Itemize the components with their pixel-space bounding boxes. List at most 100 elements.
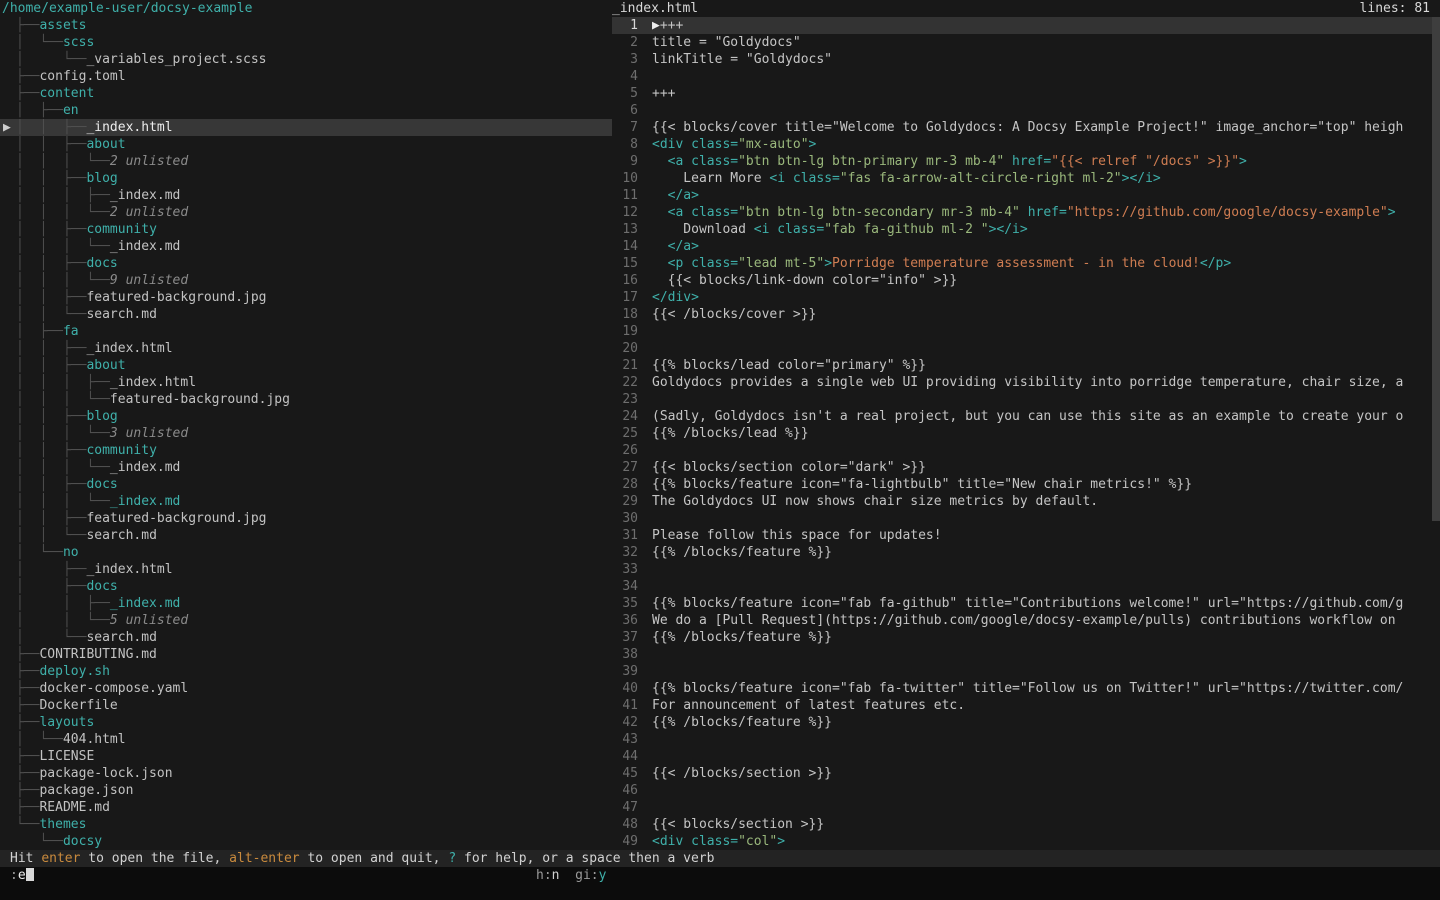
tree-branch-lines: ├── [16, 783, 39, 798]
command-input-value: e [18, 868, 26, 883]
tree-dir-item[interactable]: └──themes [0, 816, 612, 833]
code-line: 30 [612, 510, 1440, 527]
tree-file-item[interactable]: │ └──404.html [0, 731, 612, 748]
tree-item-label: search.md [86, 630, 156, 645]
tree-item-label: docsy [63, 834, 102, 849]
tree-file-item[interactable]: │ │ │ └──featured-background.jpg [0, 391, 612, 408]
tree-dir-item[interactable]: │ │ ├──blog [0, 170, 612, 187]
text-segment: for help, or a space then a verb [456, 851, 714, 866]
code-text: +++ [652, 85, 1440, 102]
tree-item-label: featured-background.jpg [86, 290, 266, 305]
tree-file-item[interactable]: │ └──search.md [0, 629, 612, 646]
tree-dir-item[interactable]: │ ├──docs [0, 578, 612, 595]
tree-file-item[interactable]: │ │ │ └──_index.md [0, 238, 612, 255]
tree-branch-lines: │ │ │ └── [16, 154, 110, 169]
tree-dir-item[interactable]: ├──layouts [0, 714, 612, 731]
tree-dir-item[interactable]: │ │ ├──docs [0, 476, 612, 493]
tree-file-item[interactable]: │ │ ├──featured-background.jpg [0, 510, 612, 527]
text-segment: > [1388, 205, 1396, 220]
tree-file-item[interactable]: │ └──_variables_project.scss [0, 51, 612, 68]
code-line: 43 [612, 731, 1440, 748]
text-segment: ▶ [652, 18, 660, 33]
code-text: {{< blocks/cover title="Welcome to Goldy… [652, 119, 1440, 136]
tree-root-path[interactable]: /home/example-user/docsy-example [0, 0, 612, 17]
tree-file-item[interactable]: ├──package-lock.json [0, 765, 612, 782]
tree-item-label: featured-background.jpg [110, 392, 290, 407]
tree-file-item[interactable]: │ │ ├──_index.html [0, 340, 612, 357]
text-segment: {{% /blocks/lead %}} [652, 426, 809, 441]
line-number: 31 [612, 527, 638, 544]
code-text [652, 578, 1440, 595]
tree-branch-lines: │ │ │ └── [16, 205, 110, 220]
line-number: 15 [612, 255, 638, 272]
tree-dir-item[interactable]: └──docsy [0, 833, 612, 850]
tree-file-item[interactable]: ├──CONTRIBUTING.md [0, 646, 612, 663]
tree-file-item[interactable]: ├──README.md [0, 799, 612, 816]
command-input-bar[interactable]: :e [0, 867, 1440, 884]
line-number: 49 [612, 833, 638, 850]
code-text: Download <i class="fab fa-github ml-2 ">… [652, 221, 1440, 238]
code-line: 17</div> [612, 289, 1440, 306]
tree-item-label: _index.md [110, 494, 180, 509]
tree-branch-lines: │ ├── [16, 579, 86, 594]
tree-dir-item[interactable]: │ │ ├──about [0, 136, 612, 153]
scrollbar-thumb[interactable] [1432, 17, 1440, 521]
tree-file-item[interactable]: │ │ │ └──_index.md [0, 493, 612, 510]
tree-file-item[interactable]: │ │ ├──_index.md [0, 595, 612, 612]
line-number: 5 [612, 85, 638, 102]
tree-dir-item[interactable]: │ │ ├──community [0, 221, 612, 238]
code-line: 26 [612, 442, 1440, 459]
text-segment: enter [41, 851, 80, 866]
tree-branch-lines: │ │ │ └── [16, 273, 110, 288]
code-text: {{% /blocks/feature %}} [652, 629, 1440, 646]
tree-dir-item[interactable]: │ │ ├──docs [0, 255, 612, 272]
tree-file-item[interactable]: ├──config.toml [0, 68, 612, 85]
tree-dir-item[interactable]: │ │ ├──community [0, 442, 612, 459]
tree-file-item[interactable]: ▶│ │ ├──_index.html [0, 119, 612, 136]
tree-dir-item[interactable]: │ │ ├──about [0, 357, 612, 374]
code-text: <div class="col"> [652, 833, 1440, 850]
tree-file-item[interactable]: ├──docker-compose.yaml [0, 680, 612, 697]
tree-file-item[interactable]: ├──Dockerfile [0, 697, 612, 714]
tree-file-item[interactable]: │ │ │ ├──_index.html [0, 374, 612, 391]
tree-item-label: community [86, 222, 156, 237]
preview-filename: _index.html [612, 0, 698, 17]
tree-item-label: about [86, 358, 125, 373]
tree-branch-lines: │ │ ├── [16, 256, 86, 271]
tree-dir-item[interactable]: │ └──no [0, 544, 612, 561]
tree-file-item[interactable]: ├──package.json [0, 782, 612, 799]
tree-dir-item[interactable]: │ ├──en [0, 102, 612, 119]
code-line: 18{{< /blocks/cover >}} [612, 306, 1440, 323]
code-text: {{% /blocks/lead %}} [652, 425, 1440, 442]
tree-item-label: _index.html [86, 120, 172, 135]
line-number: 27 [612, 459, 638, 476]
bottom-area: :e h:n gi:y [0, 867, 1440, 900]
tree-file-item[interactable]: │ │ │ ├──_index.md [0, 187, 612, 204]
tree-dir-item[interactable]: │ │ ├──blog [0, 408, 612, 425]
tree-file-item[interactable]: │ │ ├──featured-background.jpg [0, 289, 612, 306]
tree-file-item[interactable]: │ │ └──search.md [0, 306, 612, 323]
tree-dir-item[interactable]: │ ├──fa [0, 323, 612, 340]
tree-file-item[interactable]: ├──LICENSE [0, 748, 612, 765]
code-line: 40{{% blocks/feature icon="fab fa-twitte… [612, 680, 1440, 697]
line-number: 19 [612, 323, 638, 340]
tree-item-label: docs [86, 579, 117, 594]
text-segment: {{< blocks/cover title="Welcome to Goldy… [652, 120, 1403, 135]
tree-file-item[interactable]: │ │ └──search.md [0, 527, 612, 544]
text-segment: <i class= [754, 222, 824, 237]
tree-dir-item[interactable]: │ └──scss [0, 34, 612, 51]
tree-dir-item[interactable]: ├──content [0, 85, 612, 102]
preview-scrollbar[interactable] [1432, 17, 1440, 850]
tree-item-label: _index.html [86, 562, 172, 577]
code-text: Learn More <i class="fas fa-arrow-alt-ci… [652, 170, 1440, 187]
tree-branch-lines: │ └── [16, 35, 63, 50]
tree-dir-item[interactable]: ├──assets [0, 17, 612, 34]
code-line: 19 [612, 323, 1440, 340]
tree-file-item[interactable]: │ ├──_index.html [0, 561, 612, 578]
text-segment: For announcement of latest features etc. [652, 698, 965, 713]
line-number: 26 [612, 442, 638, 459]
tree-file-item[interactable]: │ │ │ └──_index.md [0, 459, 612, 476]
tree-file-item[interactable]: ├──deploy.sh [0, 663, 612, 680]
text-segment [652, 256, 668, 271]
tree-branch-lines: │ │ │ ├── [16, 375, 110, 390]
